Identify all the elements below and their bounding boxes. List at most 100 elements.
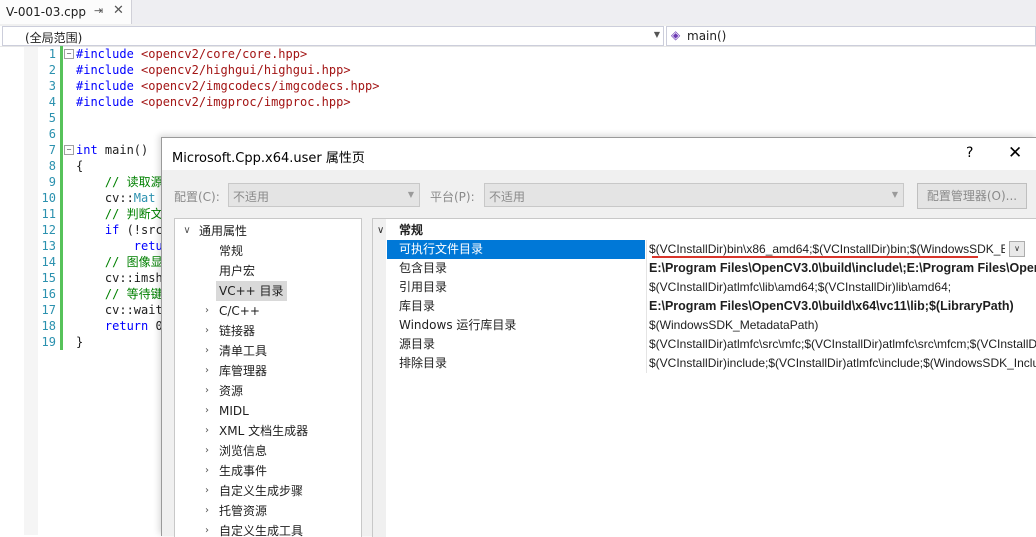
chevron-right-icon[interactable]: › xyxy=(201,481,213,501)
property-row[interactable]: 引用目录 $(VCInstallDir)atlmfc\lib\amd64;$(VC… xyxy=(373,278,1036,297)
help-button[interactable]: ? xyxy=(966,145,973,161)
chevron-right-icon[interactable]: › xyxy=(201,361,213,381)
chevron-right-icon[interactable]: › xyxy=(201,321,213,341)
tree-item[interactable]: › MIDL xyxy=(175,401,359,421)
chevron-right-icon[interactable]: › xyxy=(201,301,213,321)
tree-item[interactable]: › 托管资源 xyxy=(175,501,359,521)
code-token: { xyxy=(76,159,84,173)
member-dropdown[interactable]: ◈ main() xyxy=(666,26,1036,46)
tree-item[interactable]: › 自定义生成步骤 xyxy=(175,481,359,501)
tree-item[interactable]: › 库管理器 xyxy=(175,361,359,381)
change-indicator xyxy=(60,62,63,78)
chevron-right-icon[interactable]: › xyxy=(201,341,213,361)
property-row[interactable]: 库目录 E:\Program Files\OpenCV3.0\build\x64\… xyxy=(373,297,1036,316)
code-text: cv::waitK xyxy=(76,302,170,318)
change-indicator xyxy=(60,94,63,110)
tree-item[interactable]: › 链接器 xyxy=(175,321,359,341)
property-value[interactable]: $(WindowsSDK_MetadataPath) xyxy=(649,316,1036,335)
line-number: 2 xyxy=(48,63,56,77)
platform-dropdown[interactable]: 不适用 ▼ xyxy=(484,183,904,207)
tree-item[interactable]: › 浏览信息 xyxy=(175,441,359,461)
tree-item[interactable]: › XML 文档生成器 xyxy=(175,421,359,441)
code-text: #include <opencv2/imgproc/imgproc.hpp> xyxy=(76,94,351,110)
property-row[interactable]: 包含目录 E:\Program Files\OpenCV3.0\build\inc… xyxy=(373,259,1036,278)
property-value[interactable]: $(VCInstallDir)include;$(VCInstallDir)at… xyxy=(649,354,1036,373)
code-token: #include xyxy=(76,63,142,77)
chevron-right-icon[interactable]: › xyxy=(201,441,213,461)
code-token: #include xyxy=(76,47,142,61)
chevron-right-icon[interactable]: › xyxy=(201,421,213,441)
property-value[interactable]: $(VCInstallDir)atlmfc\lib\amd64;$(VCInst… xyxy=(649,278,1036,297)
code-line[interactable]: 3 #include <opencv2/imgcodecs/imgcodecs.h… xyxy=(0,78,1036,94)
dialog-close-button[interactable]: ✕ xyxy=(1008,143,1022,163)
chevron-right-icon[interactable]: › xyxy=(201,381,213,401)
property-value[interactable]: $(VCInstallDir)atlmfc\src\mfc;$(VCInstal… xyxy=(649,335,1036,354)
code-text: #include <opencv2/highgui/highgui.hpp> xyxy=(76,62,351,78)
column-separator xyxy=(646,297,647,316)
code-text: // 判断文 xyxy=(76,206,163,222)
property-tree[interactable]: ∨ 通用属性 常规 用户宏 VC++ 目录 › C/C++ › 链接器 › 清单工具 › 库管理器 › 资源… xyxy=(174,218,362,537)
collapse-icon[interactable]: − xyxy=(64,145,74,155)
scope-dropdown[interactable]: (全局范围) ▼ xyxy=(2,26,664,46)
code-token: <opencv2/imgproc/imgproc.hpp> xyxy=(141,95,351,109)
tree-item-label: VC++ 目录 xyxy=(216,281,287,301)
tree-item[interactable]: › C/C++ xyxy=(175,301,359,321)
property-row[interactable]: 源目录 $(VCInstallDir)atlmfc\src\mfc;$(VCIns… xyxy=(373,335,1036,354)
property-name: 源目录 xyxy=(399,337,436,351)
chevron-down-icon[interactable]: ∨ xyxy=(181,221,193,241)
property-value[interactable]: E:\Program Files\OpenCV3.0\build\x64\vc1… xyxy=(649,297,1036,316)
code-token: // 读取源 xyxy=(76,175,163,189)
code-line[interactable]: 5 xyxy=(0,110,1036,126)
code-token: return xyxy=(76,319,156,333)
tree-item[interactable]: 常规 xyxy=(175,241,359,261)
change-indicator xyxy=(60,78,63,94)
line-number: 16 xyxy=(41,287,56,301)
property-row[interactable]: 排除目录 $(VCInstallDir)include;$(VCInstallDi… xyxy=(373,354,1036,373)
property-grid[interactable]: ∨ 常规 可执行文件目录 $(VCInstallDir)bin\x86_amd64… xyxy=(372,218,1036,537)
tree-item[interactable]: ∨ 通用属性 xyxy=(175,221,359,241)
code-line[interactable]: 2 #include <opencv2/highgui/highgui.hpp> xyxy=(0,62,1036,78)
change-indicator xyxy=(60,110,63,126)
tree-item[interactable]: › 生成事件 xyxy=(175,461,359,481)
configuration-manager-button[interactable]: 配置管理器(O)... xyxy=(917,183,1027,209)
line-number: 14 xyxy=(41,255,56,269)
change-indicator xyxy=(60,206,63,222)
chevron-right-icon[interactable]: › xyxy=(201,401,213,421)
property-value[interactable]: E:\Program Files\OpenCV3.0\build\include… xyxy=(649,259,1036,278)
member-value: main() xyxy=(687,29,727,43)
collapse-icon[interactable]: − xyxy=(64,49,74,59)
tree-item[interactable]: 用户宏 xyxy=(175,261,359,281)
change-indicator xyxy=(60,334,63,350)
change-indicator xyxy=(60,270,63,286)
line-number: 12 xyxy=(41,223,56,237)
tree-item-label: 生成事件 xyxy=(219,464,268,478)
chevron-down-icon: ▼ xyxy=(653,30,660,39)
line-number: 7 xyxy=(48,143,56,157)
function-cube-icon: ◈ xyxy=(671,28,681,42)
value-dropdown-button[interactable]: ∨ xyxy=(1009,241,1025,257)
code-line[interactable]: 4 #include <opencv2/imgproc/imgproc.hpp> xyxy=(0,94,1036,110)
tree-item[interactable]: VC++ 目录 xyxy=(175,281,359,301)
dialog-title: Microsoft.Cpp.x64.user 属性页 xyxy=(172,151,365,166)
chevron-right-icon[interactable]: › xyxy=(201,461,213,481)
category-row[interactable]: ∨ 常规 xyxy=(373,221,1036,240)
tree-item-label: 清单工具 xyxy=(219,344,268,358)
code-line[interactable]: 1− #include <opencv2/core/core.hpp> xyxy=(0,46,1036,62)
code-token: cv::imsho xyxy=(76,271,170,285)
chevron-right-icon[interactable]: › xyxy=(201,501,213,521)
pin-icon[interactable]: ⇥ xyxy=(94,4,103,17)
tree-item[interactable]: › 清单工具 xyxy=(175,341,359,361)
tree-item[interactable]: › 资源 xyxy=(175,381,359,401)
configuration-dropdown[interactable]: 不适用 ▼ xyxy=(228,183,420,207)
tree-item-label: 常规 xyxy=(219,244,244,258)
code-token: cv:: xyxy=(76,191,134,205)
code-token: retu xyxy=(76,239,163,253)
document-tab[interactable]: V-001-03.cpp ⇥ ✕ xyxy=(0,0,132,24)
code-token: #include xyxy=(76,79,142,93)
property-name: 包含目录 xyxy=(399,261,448,275)
close-icon[interactable]: ✕ xyxy=(113,3,124,18)
chevron-down-icon[interactable]: ∨ xyxy=(377,221,384,240)
property-row[interactable]: Windows 运行库目录 $(WindowsSDK_MetadataPath) xyxy=(373,316,1036,335)
column-separator xyxy=(646,316,647,335)
property-name: 排除目录 xyxy=(399,356,448,370)
